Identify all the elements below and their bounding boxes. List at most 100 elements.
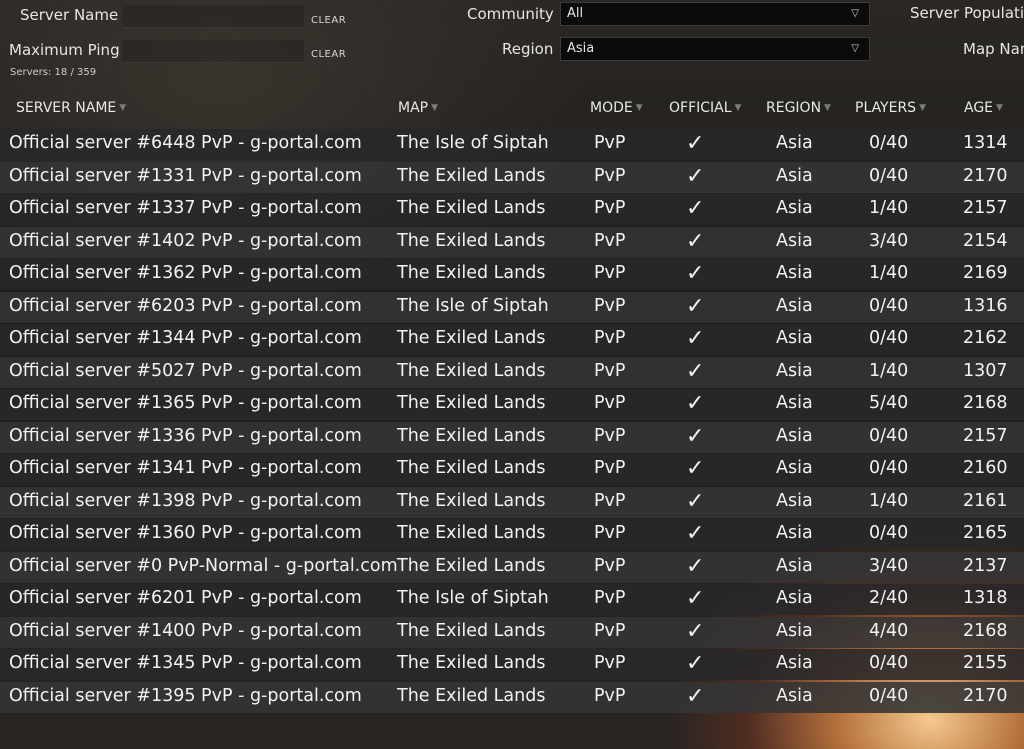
players-cell: 0/40 [869, 328, 909, 348]
map-cell: The Exiled Lands [397, 490, 546, 511]
map-cell: The Exiled Lands [397, 523, 546, 543]
players-cell: 1/40 [869, 263, 909, 283]
column-label: MAP [398, 100, 429, 116]
column-age[interactable]: AGE ▼ [964, 100, 1003, 116]
table-row[interactable]: Official server #1365 PvP - g-portal.com… [0, 389, 1024, 420]
players-cell: 5/40 [869, 393, 909, 413]
region-cell: Asia [776, 425, 813, 446]
server-name-cell: Official server #1331 PvP - g-portal.com [9, 165, 362, 186]
table-row[interactable]: Official server #0 PvP-Normal - g-portal… [0, 551, 1024, 583]
server-name-cell: Official server #1395 PvP - g-portal.com [9, 685, 362, 706]
table-row[interactable]: Official server #1395 PvP - g-portal.com… [0, 681, 1024, 713]
server-name-cell: Official server #1360 PvP - g-portal.com [9, 523, 362, 543]
age-cell: 2168 [963, 393, 1008, 413]
map-name-label: Map Nam [963, 40, 1024, 58]
age-cell: 2155 [963, 653, 1008, 673]
community-value: All [567, 6, 584, 21]
players-cell: 1/40 [869, 490, 909, 511]
region-cell: Asia [776, 653, 813, 673]
age-cell: 2160 [963, 458, 1008, 478]
table-row[interactable]: Official server #1398 PvP - g-portal.com… [0, 486, 1024, 518]
players-cell: 0/40 [869, 458, 909, 478]
max-ping-input[interactable] [122, 40, 304, 63]
table-row[interactable]: Official server #6448 PvP - g-portal.com… [0, 129, 1024, 160]
age-cell: 2154 [963, 230, 1008, 251]
table-row[interactable]: Official server #1337 PvP - g-portal.com… [0, 194, 1024, 225]
table-row[interactable]: Official server #1344 PvP - g-portal.com… [0, 324, 1024, 355]
checkmark-icon: ✓ [686, 423, 705, 449]
community-dropdown[interactable]: All ▽ [560, 2, 870, 26]
server-name-cell: Official server #6448 PvP - g-portal.com [9, 133, 362, 153]
server-name-input[interactable] [122, 5, 304, 28]
server-name-cell: Official server #1341 PvP - g-portal.com [9, 458, 362, 478]
players-cell: 3/40 [869, 230, 909, 251]
age-cell: 1316 [963, 295, 1008, 316]
table-row[interactable]: Official server #5027 PvP - g-portal.com… [0, 356, 1024, 388]
mode-cell: PvP [594, 588, 626, 608]
checkmark-icon: ✓ [686, 683, 705, 709]
sort-arrow-icon: ▼ [119, 103, 127, 113]
server-list: Official server #6448 PvP - g-portal.com… [0, 129, 1024, 714]
mode-cell: PvP [594, 425, 626, 446]
server-name-cell: Official server #1344 PvP - g-portal.com [9, 328, 362, 348]
column-label: MODE [590, 100, 633, 116]
column-server-name[interactable]: SERVER NAME ▼ [16, 100, 126, 116]
table-row[interactable]: Official server #1331 PvP - g-portal.com… [0, 161, 1024, 193]
table-row[interactable]: Official server #1400 PvP - g-portal.com… [0, 616, 1024, 648]
clear-max-ping-button[interactable]: CLEAR [311, 49, 346, 60]
table-row[interactable]: Official server #1362 PvP - g-portal.com… [0, 259, 1024, 290]
region-label: Region [502, 40, 554, 58]
age-cell: 2137 [963, 555, 1008, 576]
column-region[interactable]: REGION ▼ [766, 100, 831, 116]
checkmark-icon: ✓ [686, 196, 705, 221]
mode-cell: PvP [594, 620, 626, 641]
table-row[interactable]: Official server #1341 PvP - g-portal.com… [0, 454, 1024, 485]
age-cell: 2168 [963, 620, 1008, 641]
table-header: SERVER NAME ▼ MAP ▼ MODE ▼ OFFICIAL ▼ REGION… [0, 100, 1024, 124]
region-cell: Asia [776, 263, 813, 283]
server-name-cell: Official server #1336 PvP - g-portal.com [9, 425, 362, 446]
region-cell: Asia [776, 360, 813, 381]
checkmark-icon: ✓ [686, 163, 705, 189]
column-label: SERVER NAME [16, 100, 117, 116]
clear-server-name-button[interactable]: CLEAR [311, 15, 346, 26]
table-row[interactable]: Official server #6203 PvP - g-portal.com… [0, 291, 1024, 323]
region-dropdown[interactable]: Asia ▽ [560, 37, 870, 61]
checkmark-icon: ✓ [686, 228, 705, 254]
mode-cell: PvP [594, 490, 626, 511]
region-cell: Asia [776, 328, 813, 348]
players-cell: 1/40 [869, 360, 909, 381]
mode-cell: PvP [594, 393, 626, 413]
column-map[interactable]: MAP ▼ [398, 100, 438, 116]
column-players[interactable]: PLAYERS ▼ [855, 100, 926, 116]
region-cell: Asia [776, 198, 813, 218]
age-cell: 2157 [963, 425, 1008, 446]
table-row[interactable]: Official server #1336 PvP - g-portal.com… [0, 421, 1024, 453]
column-official[interactable]: OFFICIAL ▼ [669, 100, 741, 116]
checkmark-icon: ✓ [686, 391, 705, 416]
players-cell: 4/40 [869, 620, 909, 641]
column-mode[interactable]: MODE ▼ [590, 100, 643, 116]
map-cell: The Exiled Lands [397, 263, 546, 283]
age-cell: 1314 [963, 133, 1008, 153]
players-cell: 3/40 [869, 555, 909, 576]
table-row[interactable]: Official server #1402 PvP - g-portal.com… [0, 226, 1024, 258]
server-name-cell: Official server #1365 PvP - g-portal.com [9, 393, 362, 413]
age-cell: 2170 [963, 165, 1008, 186]
table-row[interactable]: Official server #1345 PvP - g-portal.com… [0, 649, 1024, 680]
region-cell: Asia [776, 523, 813, 543]
players-cell: 0/40 [869, 523, 909, 543]
server-population-label: Server Populatio [910, 4, 1024, 22]
servers-count: Servers: 18 / 359 [10, 67, 97, 78]
table-row[interactable]: Official server #1360 PvP - g-portal.com… [0, 519, 1024, 550]
region-cell: Asia [776, 685, 813, 706]
checkmark-icon: ✓ [686, 553, 705, 579]
table-row[interactable]: Official server #6201 PvP - g-portal.com… [0, 584, 1024, 615]
map-cell: The Isle of Siptah [397, 295, 549, 316]
chevron-down-icon: ▽ [851, 8, 859, 19]
age-cell: 2157 [963, 198, 1008, 218]
mode-cell: PvP [594, 230, 626, 251]
filter-panel: Server Name CLEAR Maximum Ping CLEAR Ser… [0, 0, 1024, 92]
sort-arrow-icon: ▼ [919, 103, 926, 113]
mode-cell: PvP [594, 328, 626, 348]
